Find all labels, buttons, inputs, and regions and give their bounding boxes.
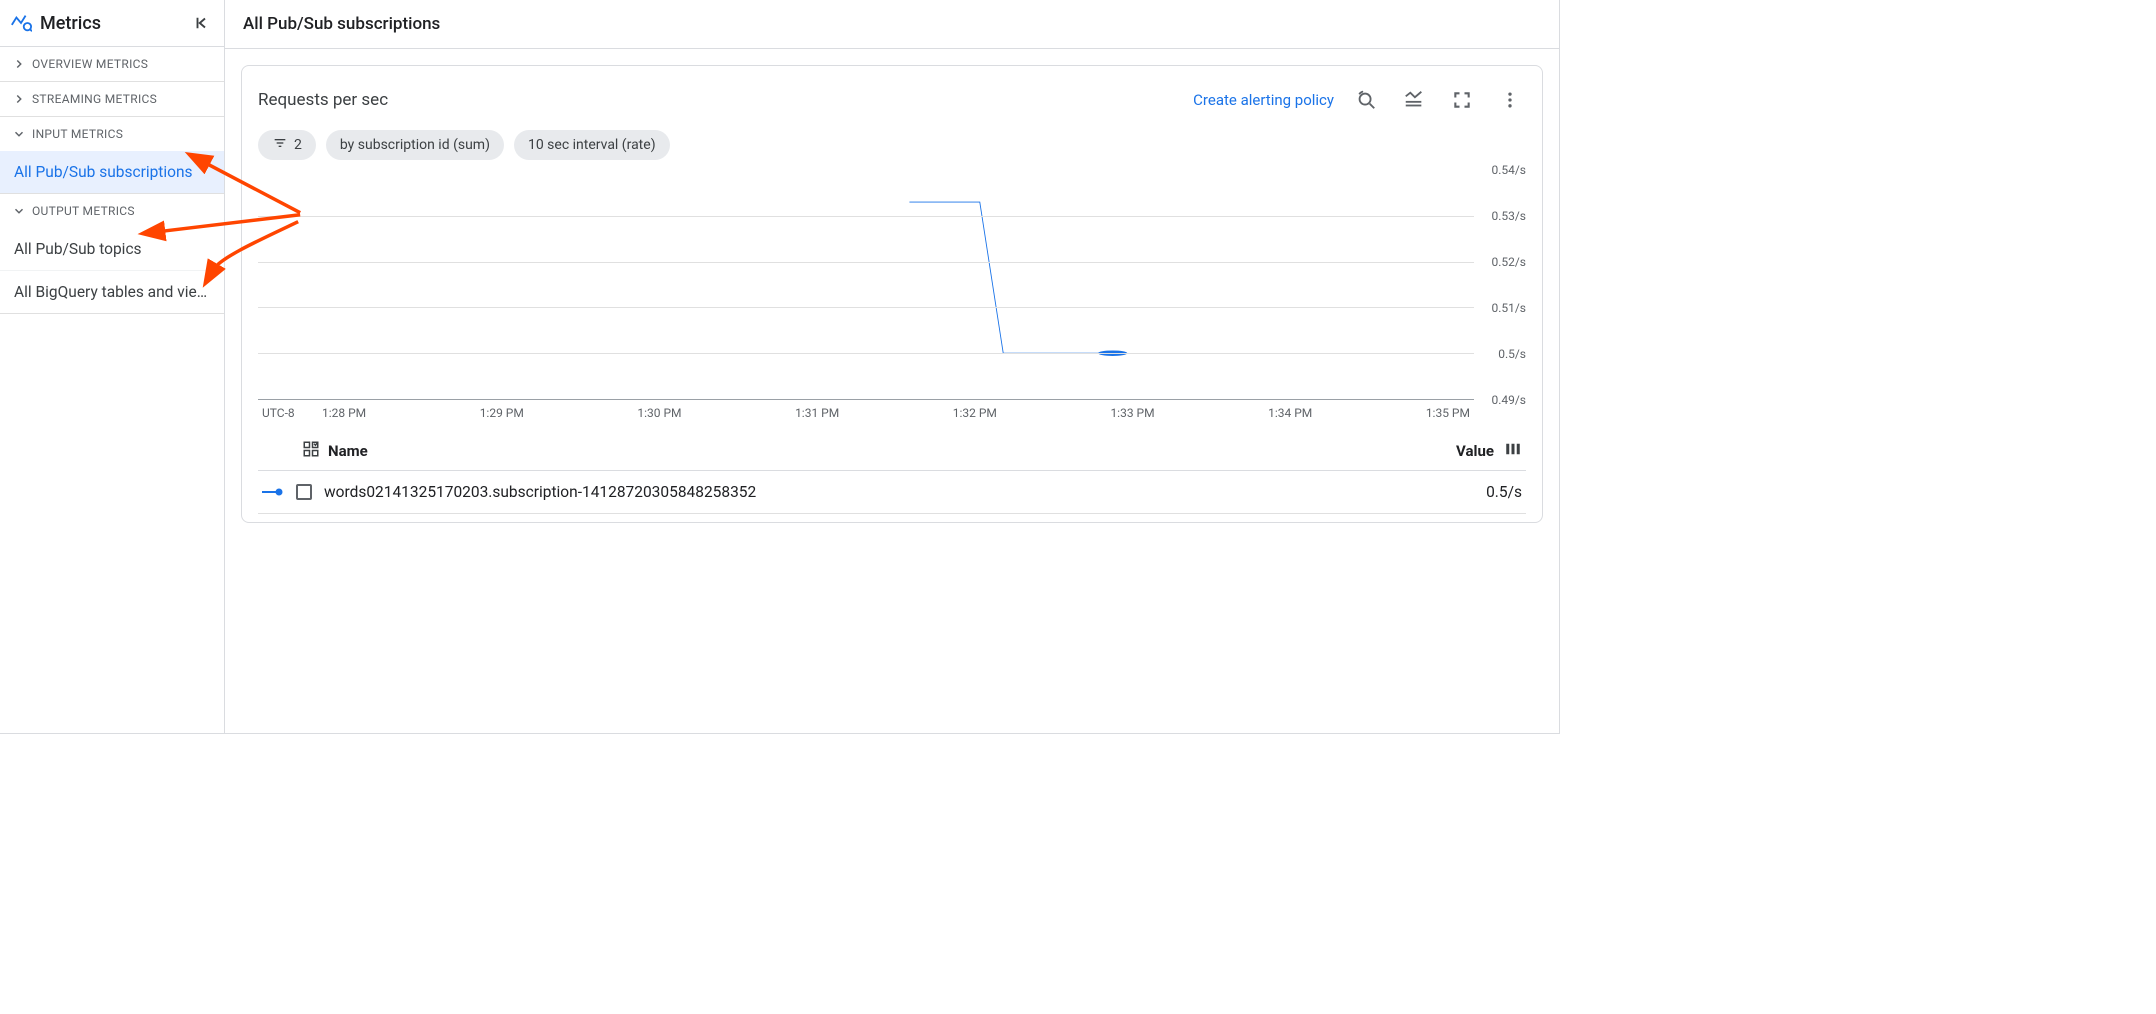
sidebar-item[interactable]: All Pub/Sub subscriptions [0, 151, 224, 193]
filter-icon [272, 135, 288, 155]
page-title: All Pub/Sub subscriptions [225, 0, 1559, 49]
chevron-right-icon [12, 57, 26, 71]
sidebar-group-label: STREAMING METRICS [32, 92, 157, 106]
sidebar-item[interactable]: All Pub/Sub topics [0, 228, 224, 271]
columns-icon[interactable] [1504, 440, 1522, 462]
sidebar-group-header[interactable]: OVERVIEW METRICS [0, 47, 224, 81]
metrics-icon [10, 12, 32, 34]
sidebar-group-header[interactable]: OUTPUT METRICS [0, 194, 224, 228]
more-options-icon[interactable] [1494, 84, 1526, 116]
chevron-down-icon [12, 204, 26, 218]
y-tick-label: 0.54/s [1491, 163, 1526, 177]
legend-row-name: words02141325170203.subscription-1412872… [324, 483, 756, 501]
chart-title: Requests per sec [258, 90, 1177, 110]
chart-plot-area[interactable] [258, 170, 1474, 400]
chip-label: 10 sec interval (rate) [528, 137, 656, 153]
sidebar-title: Metrics [40, 13, 184, 34]
legend-toggle-icon[interactable] [1398, 84, 1430, 116]
sidebar-collapse-button[interactable] [192, 13, 212, 33]
y-tick-label: 0.53/s [1491, 209, 1526, 223]
chart-card: Requests per sec Create alerting policy … [241, 65, 1543, 523]
filter-chip[interactable]: 2 [258, 130, 316, 160]
x-tick-label: 1:29 PM [480, 406, 524, 420]
sidebar-item[interactable]: All BigQuery tables and vie… [0, 271, 224, 313]
sidebar: Metrics OVERVIEW METRICS STREAMING METRIC… [0, 0, 225, 733]
x-tick-label: 1:34 PM [1268, 406, 1312, 420]
legend-header: Name Value [258, 430, 1526, 471]
sidebar-header: Metrics [0, 0, 224, 47]
legend-row[interactable]: words02141325170203.subscription-1412872… [258, 471, 1526, 514]
sidebar-group-header[interactable]: STREAMING METRICS [0, 82, 224, 116]
chip-label: by subscription id (sum) [340, 137, 490, 153]
quilt-icon[interactable] [302, 440, 320, 462]
y-tick-label: 0.49/s [1491, 393, 1526, 407]
sidebar-group-header[interactable]: INPUT METRICS [0, 117, 224, 151]
chart: 0.54/s0.53/s0.52/s0.51/s0.5/s0.49/s [258, 170, 1526, 400]
x-tick-label: 1:32 PM [953, 406, 997, 420]
filter-chips: 2 by subscription id (sum) 10 sec interval… [258, 130, 1526, 160]
chart-series-line [909, 202, 1112, 353]
fullscreen-icon[interactable] [1446, 84, 1478, 116]
sidebar-group-label: OVERVIEW METRICS [32, 57, 148, 71]
main: All Pub/Sub subscriptions Requests per s… [225, 0, 1559, 733]
chart-x-axis: 1:28 PM 1:29 PM 1:30 PM 1:31 PM 1:32 PM 1:33 … [318, 406, 1474, 420]
legend-checkbox[interactable] [296, 484, 312, 500]
x-tick-label: 1:30 PM [637, 406, 681, 420]
filter-chip[interactable]: by subscription id (sum) [326, 130, 504, 160]
chart-timezone: UTC-8 [258, 406, 318, 420]
chevron-right-icon [12, 92, 26, 106]
x-tick-label: 1:35 PM [1426, 406, 1470, 420]
sidebar-group-label: INPUT METRICS [32, 127, 123, 141]
chart-y-axis: 0.54/s0.53/s0.52/s0.51/s0.5/s0.49/s [1474, 170, 1526, 400]
legend-value-header: Value [1456, 442, 1494, 460]
sidebar-group-label: OUTPUT METRICS [32, 204, 135, 218]
x-tick-label: 1:28 PM [322, 406, 366, 420]
filter-chip[interactable]: 10 sec interval (rate) [514, 130, 670, 160]
chevron-down-icon [12, 127, 26, 141]
chip-label: 2 [294, 137, 302, 153]
y-tick-label: 0.5/s [1498, 347, 1526, 361]
series-swatch-icon [262, 487, 284, 497]
legend-name-header: Name [328, 442, 368, 460]
legend-row-value: 0.5/s [1486, 483, 1522, 501]
x-tick-label: 1:33 PM [1110, 406, 1154, 420]
create-alerting-policy-link[interactable]: Create alerting policy [1193, 91, 1334, 109]
y-tick-label: 0.51/s [1491, 301, 1526, 315]
y-tick-label: 0.52/s [1491, 255, 1526, 269]
x-tick-label: 1:31 PM [795, 406, 839, 420]
reset-zoom-icon[interactable] [1350, 84, 1382, 116]
